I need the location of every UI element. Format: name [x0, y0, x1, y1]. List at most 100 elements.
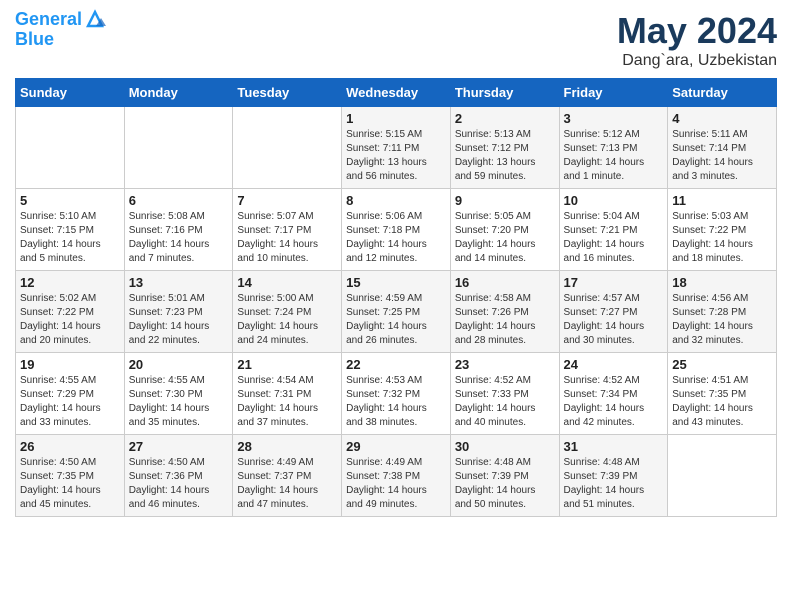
day-cell: [16, 107, 125, 189]
day-number: 18: [672, 275, 772, 290]
day-info: Sunrise: 4:55 AM Sunset: 7:29 PM Dayligh…: [20, 374, 120, 430]
day-number: 29: [346, 439, 446, 454]
day-info: Sunrise: 4:58 AM Sunset: 7:26 PM Dayligh…: [455, 292, 555, 348]
day-number: 20: [129, 357, 229, 372]
day-cell: 19Sunrise: 4:55 AM Sunset: 7:29 PM Dayli…: [16, 353, 125, 435]
day-info: Sunrise: 5:06 AM Sunset: 7:18 PM Dayligh…: [346, 210, 446, 266]
day-cell: 25Sunrise: 4:51 AM Sunset: 7:35 PM Dayli…: [668, 353, 777, 435]
day-cell: 1 Sunrise: 5:15 AM Sunset: 7:11 PM Daylig…: [342, 107, 451, 189]
day-info: Sunrise: 5:11 AM Sunset: 7:14 PM Dayligh…: [672, 128, 772, 184]
day-info: Sunrise: 4:48 AM Sunset: 7:39 PM Dayligh…: [455, 456, 555, 512]
day-number: 27: [129, 439, 229, 454]
day-info: Sunrise: 4:50 AM Sunset: 7:36 PM Dayligh…: [129, 456, 229, 512]
day-info: Sunrise: 5:01 AM Sunset: 7:23 PM Dayligh…: [129, 292, 229, 348]
day-info: Sunrise: 4:49 AM Sunset: 7:37 PM Dayligh…: [237, 456, 337, 512]
day-number: 23: [455, 357, 555, 372]
day-number: 28: [237, 439, 337, 454]
day-cell: 7 Sunrise: 5:07 AM Sunset: 7:17 PM Daylig…: [233, 189, 342, 271]
day-number: 6: [129, 193, 229, 208]
day-cell: 4 Sunrise: 5:11 AM Sunset: 7:14 PM Daylig…: [668, 107, 777, 189]
weekday-header-sunday: Sunday: [16, 79, 125, 107]
day-number: 24: [564, 357, 664, 372]
day-number: 9: [455, 193, 555, 208]
day-cell: 10Sunrise: 5:04 AM Sunset: 7:21 PM Dayli…: [559, 189, 668, 271]
day-cell: 29 Sunrise: 4:49 AM Sunset: 7:38 PM Dayli…: [342, 435, 451, 517]
weekday-header-friday: Friday: [559, 79, 668, 107]
day-number: 3: [564, 111, 664, 126]
logo-icon: [84, 8, 106, 30]
day-info: Sunrise: 5:10 AM Sunset: 7:15 PM Dayligh…: [20, 210, 120, 266]
day-number: 14: [237, 275, 337, 290]
day-cell: 9 Sunrise: 5:05 AM Sunset: 7:20 PM Daylig…: [450, 189, 559, 271]
day-cell: 6 Sunrise: 5:08 AM Sunset: 7:16 PM Daylig…: [124, 189, 233, 271]
day-number: 30: [455, 439, 555, 454]
day-cell: 13 Sunrise: 5:01 AM Sunset: 7:23 PM Dayli…: [124, 271, 233, 353]
day-info: Sunrise: 4:50 AM Sunset: 7:35 PM Dayligh…: [20, 456, 120, 512]
header: General Blue May 2024 Dang`ara, Uzbekist…: [15, 10, 777, 70]
day-cell: 17Sunrise: 4:57 AM Sunset: 7:27 PM Dayli…: [559, 271, 668, 353]
day-number: 15: [346, 275, 446, 290]
day-number: 13: [129, 275, 229, 290]
day-cell: 31Sunrise: 4:48 AM Sunset: 7:39 PM Dayli…: [559, 435, 668, 517]
day-cell: 14 Sunrise: 5:00 AM Sunset: 7:24 PM Dayli…: [233, 271, 342, 353]
day-info: Sunrise: 4:52 AM Sunset: 7:33 PM Dayligh…: [455, 374, 555, 430]
week-row-1: 1 Sunrise: 5:15 AM Sunset: 7:11 PM Daylig…: [16, 107, 777, 189]
week-row-4: 19Sunrise: 4:55 AM Sunset: 7:29 PM Dayli…: [16, 353, 777, 435]
day-number: 8: [346, 193, 446, 208]
day-number: 7: [237, 193, 337, 208]
day-number: 12: [20, 275, 120, 290]
weekday-header-tuesday: Tuesday: [233, 79, 342, 107]
week-row-2: 5 Sunrise: 5:10 AM Sunset: 7:15 PM Daylig…: [16, 189, 777, 271]
calendar-page: General Blue May 2024 Dang`ara, Uzbekist…: [0, 0, 792, 527]
day-cell: 16 Sunrise: 4:58 AM Sunset: 7:26 PM Dayli…: [450, 271, 559, 353]
day-cell: [668, 435, 777, 517]
location: Dang`ara, Uzbekistan: [617, 52, 777, 70]
day-cell: 5 Sunrise: 5:10 AM Sunset: 7:15 PM Daylig…: [16, 189, 125, 271]
day-cell: 2Sunrise: 5:13 AM Sunset: 7:12 PM Daylig…: [450, 107, 559, 189]
day-cell: 12Sunrise: 5:02 AM Sunset: 7:22 PM Dayli…: [16, 271, 125, 353]
day-info: Sunrise: 4:49 AM Sunset: 7:38 PM Dayligh…: [346, 456, 446, 512]
weekday-header-wednesday: Wednesday: [342, 79, 451, 107]
day-number: 31: [564, 439, 664, 454]
day-number: 5: [20, 193, 120, 208]
weekday-header-thursday: Thursday: [450, 79, 559, 107]
day-cell: [233, 107, 342, 189]
calendar-table: SundayMondayTuesdayWednesdayThursdayFrid…: [15, 78, 777, 517]
day-info: Sunrise: 5:05 AM Sunset: 7:20 PM Dayligh…: [455, 210, 555, 266]
day-number: 21: [237, 357, 337, 372]
logo-text2: Blue: [15, 30, 106, 50]
title-block: May 2024 Dang`ara, Uzbekistan: [617, 10, 777, 70]
day-cell: 28 Sunrise: 4:49 AM Sunset: 7:37 PM Dayli…: [233, 435, 342, 517]
day-cell: 20Sunrise: 4:55 AM Sunset: 7:30 PM Dayli…: [124, 353, 233, 435]
day-cell: 18 Sunrise: 4:56 AM Sunset: 7:28 PM Dayli…: [668, 271, 777, 353]
day-info: Sunrise: 4:56 AM Sunset: 7:28 PM Dayligh…: [672, 292, 772, 348]
day-number: 4: [672, 111, 772, 126]
day-cell: 23 Sunrise: 4:52 AM Sunset: 7:33 PM Dayli…: [450, 353, 559, 435]
day-info: Sunrise: 4:53 AM Sunset: 7:32 PM Dayligh…: [346, 374, 446, 430]
day-info: Sunrise: 5:07 AM Sunset: 7:17 PM Dayligh…: [237, 210, 337, 266]
month-title: May 2024: [617, 10, 777, 52]
day-info: Sunrise: 5:12 AM Sunset: 7:13 PM Dayligh…: [564, 128, 664, 184]
day-info: Sunrise: 5:03 AM Sunset: 7:22 PM Dayligh…: [672, 210, 772, 266]
day-number: 22: [346, 357, 446, 372]
day-info: Sunrise: 5:08 AM Sunset: 7:16 PM Dayligh…: [129, 210, 229, 266]
day-number: 16: [455, 275, 555, 290]
week-row-5: 26Sunrise: 4:50 AM Sunset: 7:35 PM Dayli…: [16, 435, 777, 517]
day-info: Sunrise: 4:57 AM Sunset: 7:27 PM Dayligh…: [564, 292, 664, 348]
day-info: Sunrise: 5:00 AM Sunset: 7:24 PM Dayligh…: [237, 292, 337, 348]
day-info: Sunrise: 4:52 AM Sunset: 7:34 PM Dayligh…: [564, 374, 664, 430]
day-info: Sunrise: 4:59 AM Sunset: 7:25 PM Dayligh…: [346, 292, 446, 348]
day-cell: 21Sunrise: 4:54 AM Sunset: 7:31 PM Dayli…: [233, 353, 342, 435]
day-cell: 22 Sunrise: 4:53 AM Sunset: 7:32 PM Dayli…: [342, 353, 451, 435]
day-cell: 3 Sunrise: 5:12 AM Sunset: 7:13 PM Daylig…: [559, 107, 668, 189]
weekday-header-monday: Monday: [124, 79, 233, 107]
day-cell: [124, 107, 233, 189]
day-cell: 24 Sunrise: 4:52 AM Sunset: 7:34 PM Dayli…: [559, 353, 668, 435]
day-cell: 15 Sunrise: 4:59 AM Sunset: 7:25 PM Dayli…: [342, 271, 451, 353]
day-cell: 26Sunrise: 4:50 AM Sunset: 7:35 PM Dayli…: [16, 435, 125, 517]
day-cell: 30 Sunrise: 4:48 AM Sunset: 7:39 PM Dayli…: [450, 435, 559, 517]
day-number: 1: [346, 111, 446, 126]
day-info: Sunrise: 5:15 AM Sunset: 7:11 PM Dayligh…: [346, 128, 446, 184]
day-number: 11: [672, 193, 772, 208]
day-info: Sunrise: 4:51 AM Sunset: 7:35 PM Dayligh…: [672, 374, 772, 430]
